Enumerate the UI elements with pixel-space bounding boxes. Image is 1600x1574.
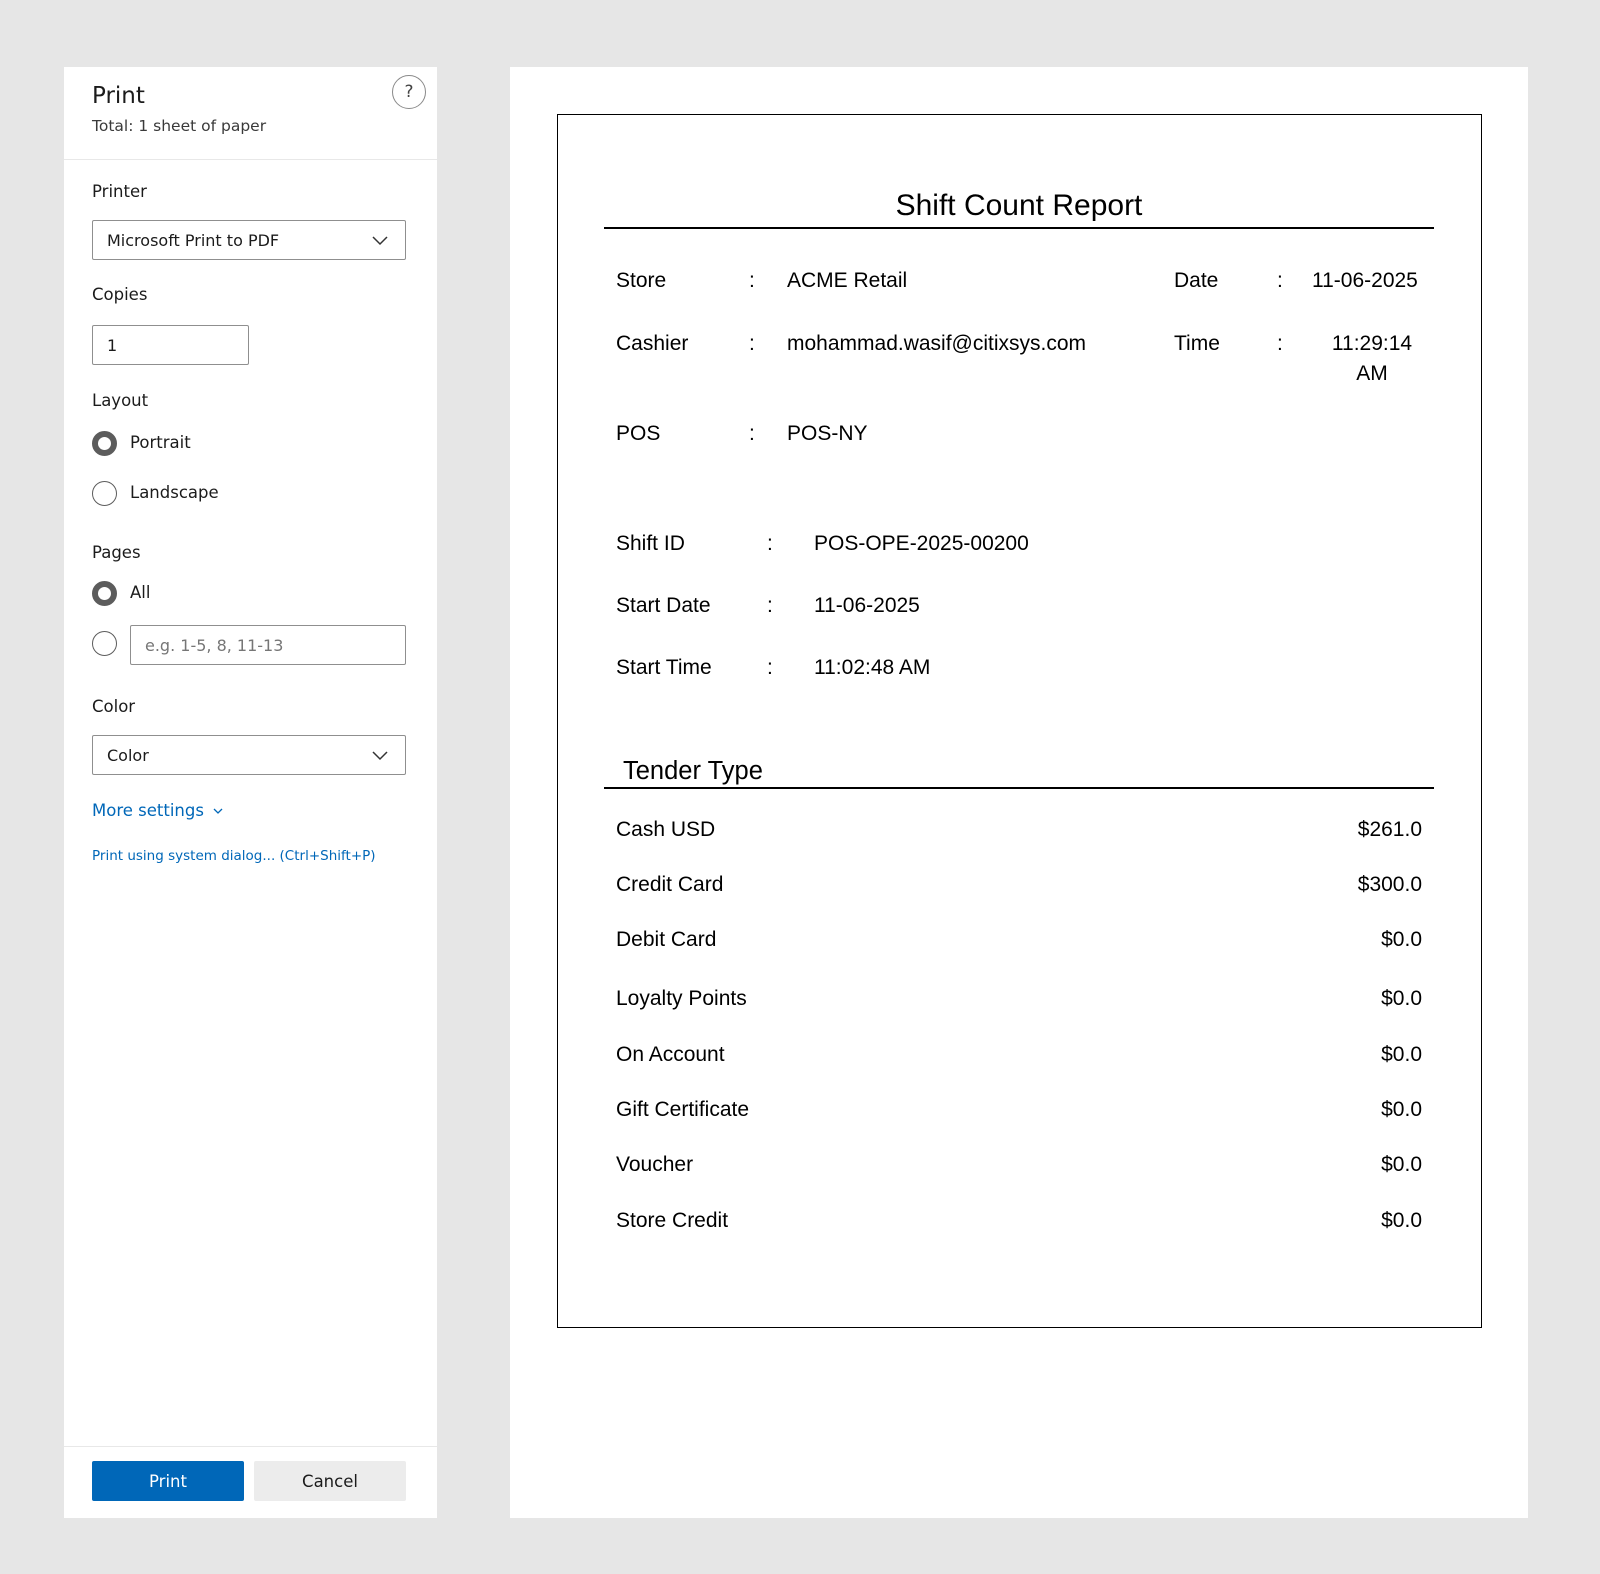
shift-id-value: POS-OPE-2025-00200 bbox=[814, 532, 1029, 555]
store-label: Store bbox=[616, 269, 667, 292]
help-button[interactable]: ? bbox=[392, 75, 426, 109]
dialog-title: Print bbox=[92, 83, 145, 109]
pages-all-label: All bbox=[130, 583, 151, 602]
header-divider bbox=[64, 159, 437, 160]
landscape-label: Landscape bbox=[130, 483, 219, 502]
more-settings-label: More settings bbox=[92, 801, 204, 820]
tender-amount: $261.0 bbox=[1357, 818, 1422, 841]
color-select[interactable]: Color bbox=[92, 735, 406, 775]
copies-input[interactable] bbox=[92, 325, 249, 365]
colon: : bbox=[749, 422, 755, 445]
start-date-label: Start Date bbox=[616, 594, 711, 617]
color-label: Color bbox=[92, 697, 136, 716]
time-label: Time bbox=[1174, 332, 1220, 355]
tender-amount: $0.0 bbox=[1381, 987, 1422, 1010]
color-selected-value: Color bbox=[107, 745, 149, 765]
print-preview-page: Shift Count Report Store : ACME Retail D… bbox=[510, 67, 1528, 1518]
colon: : bbox=[749, 332, 755, 355]
store-value: ACME Retail bbox=[787, 269, 908, 292]
cashier-label: Cashier bbox=[616, 332, 689, 355]
cancel-button[interactable]: Cancel bbox=[254, 1461, 406, 1501]
shift-id-label: Shift ID bbox=[616, 532, 685, 555]
report-title: Shift Count Report bbox=[895, 189, 1143, 222]
landscape-radio[interactable] bbox=[92, 481, 117, 506]
tender-amount: $0.0 bbox=[1381, 1098, 1422, 1121]
shift-count-report: Shift Count Report Store : ACME Retail D… bbox=[557, 114, 1482, 1328]
start-date-value: 11-06-2025 bbox=[814, 594, 920, 617]
print-button[interactable]: Print bbox=[92, 1461, 244, 1501]
start-time-label: Start Time bbox=[616, 656, 712, 679]
tender-type-heading: Tender Type bbox=[623, 757, 763, 785]
printer-selected-value: Microsoft Print to PDF bbox=[107, 230, 280, 250]
start-time-value: 11:02:48 AM bbox=[814, 656, 931, 679]
colon: : bbox=[767, 656, 773, 679]
sheet-count-summary: Total: 1 sheet of paper bbox=[92, 117, 267, 135]
colon: : bbox=[1277, 332, 1283, 355]
time-value-line2: AM bbox=[1356, 362, 1388, 385]
printer-label: Printer bbox=[92, 182, 147, 201]
layout-label: Layout bbox=[92, 391, 149, 410]
tender-name: Voucher bbox=[616, 1153, 694, 1176]
tender-amount: $0.0 bbox=[1381, 1153, 1422, 1176]
pos-label: POS bbox=[616, 422, 661, 445]
tender-name: Gift Certificate bbox=[616, 1098, 750, 1121]
chevron-down-icon bbox=[372, 751, 388, 761]
tender-name: Cash USD bbox=[616, 818, 716, 841]
pages-all-radio[interactable] bbox=[92, 581, 117, 606]
pages-label: Pages bbox=[92, 543, 141, 562]
colon: : bbox=[767, 594, 773, 617]
tender-amount: $0.0 bbox=[1381, 1209, 1422, 1232]
time-value-line1: 11:29:14 bbox=[1331, 332, 1413, 355]
tender-name: Debit Card bbox=[616, 928, 717, 951]
chevron-down-icon bbox=[213, 808, 223, 814]
date-label: Date bbox=[1174, 269, 1219, 292]
copies-label: Copies bbox=[92, 285, 148, 304]
cashier-value: mohammad.wasif@citixsys.com bbox=[787, 332, 1087, 355]
tender-name: Loyalty Points bbox=[616, 987, 747, 1010]
colon: : bbox=[1277, 269, 1283, 292]
tender-name: On Account bbox=[616, 1043, 725, 1066]
chevron-down-icon bbox=[372, 236, 388, 246]
colon: : bbox=[767, 532, 773, 555]
print-settings-panel: Print Total: 1 sheet of paper ? Printer … bbox=[64, 67, 437, 1518]
tender-amount: $0.0 bbox=[1381, 1043, 1422, 1066]
tender-amount: $300.0 bbox=[1357, 873, 1422, 896]
tender-amount: $0.0 bbox=[1381, 928, 1422, 951]
system-dialog-link[interactable]: Print using system dialog... (Ctrl+Shift… bbox=[92, 848, 376, 864]
date-value: 11-06-2025 bbox=[1312, 269, 1418, 292]
portrait-label: Portrait bbox=[130, 433, 191, 452]
colon: : bbox=[749, 269, 755, 292]
footer-divider bbox=[64, 1446, 437, 1447]
tender-underline bbox=[604, 787, 1434, 789]
page-range-input[interactable] bbox=[130, 625, 406, 665]
tender-name: Store Credit bbox=[616, 1209, 729, 1232]
printer-select[interactable]: Microsoft Print to PDF bbox=[92, 220, 406, 260]
question-mark-icon: ? bbox=[404, 82, 414, 102]
tender-name: Credit Card bbox=[616, 873, 724, 896]
title-underline bbox=[604, 227, 1434, 229]
pages-custom-radio[interactable] bbox=[92, 631, 117, 656]
more-settings-link[interactable]: More settings bbox=[92, 801, 224, 820]
portrait-radio[interactable] bbox=[92, 431, 117, 456]
pos-value: POS-NY bbox=[787, 422, 868, 445]
